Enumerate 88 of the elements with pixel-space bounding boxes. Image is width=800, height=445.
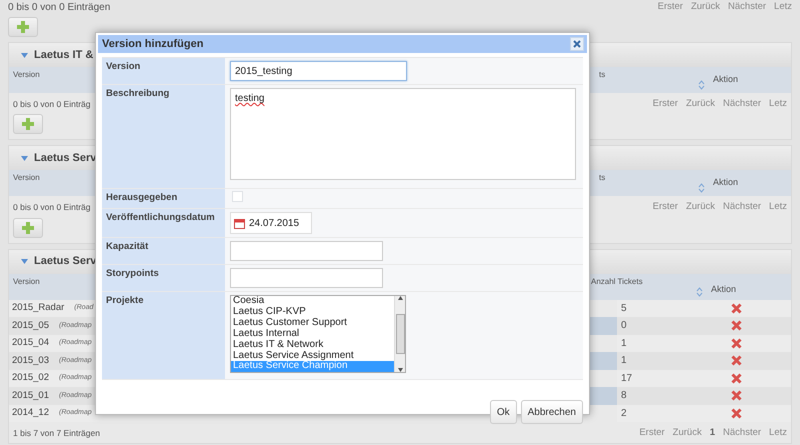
column-header[interactable]: Aktion [713,177,738,188]
pager-link[interactable]: Erster [652,200,678,214]
delete-icon[interactable] [731,390,742,402]
column-header[interactable]: Anzahl Tickets [591,276,643,298]
version-link[interactable]: 2015_02 [12,371,49,386]
add-button[interactable] [8,17,38,37]
pager-link[interactable]: Erster [639,426,665,440]
pager-link[interactable]: Nächster [723,426,762,440]
pager-link[interactable]: Letz [769,200,787,214]
section-title: Laetus Serv [34,151,96,166]
column-header[interactable]: Version [13,276,40,298]
column-header[interactable]: Aktion [713,74,738,84]
input-field[interactable] [230,268,383,288]
close-icon [573,40,581,48]
section-title: Laetus Serv [34,254,96,270]
pager-link[interactable]: Letz [769,426,787,440]
list-option[interactable]: Laetus Customer Support [231,318,394,329]
ticket-count: 5 [621,302,627,316]
version-link[interactable]: 2015_03 [12,354,49,368]
info-text: 0 bis 0 von 0 Einträgen [8,1,110,15]
dialog-title: Version hinzufügen [102,36,204,52]
delete-icon[interactable] [731,338,742,349]
field-label: Herausgegeben [106,192,178,203]
ticket-count: 8 [621,389,627,404]
delete-icon[interactable] [731,320,742,332]
ticket-count: 1 [621,336,627,351]
sort-icon[interactable] [696,286,703,296]
field-label: Version [106,61,140,72]
pager-link[interactable]: Letz [769,97,787,112]
pager-link[interactable]: Erster [652,97,678,112]
column-header[interactable]: Version [13,173,40,182]
info-text: 1 bis 7 von 7 Einträgen [13,426,100,440]
ticket-count: 0 [621,319,627,334]
add-button[interactable] [13,218,43,238]
close-button[interactable] [570,37,584,51]
field-label: Projekte [106,295,144,306]
pager-link[interactable]: Zurück [686,97,716,112]
list-option[interactable]: Laetus Service Assignment [231,350,394,362]
ticket-count: 2 [621,406,627,421]
pager-link[interactable]: Zurück [672,426,702,440]
ticket-count: 17 [621,372,632,386]
delete-icon[interactable] [731,302,742,314]
version-link[interactable]: 2015_01 [12,388,49,403]
section-title: Laetus IT & [34,48,94,63]
pager-link[interactable]: Zurück [686,200,716,214]
column-header[interactable]: Version [13,70,40,79]
ticket-count: 1 [621,354,627,368]
list-option[interactable]: Laetus Service Champion [231,361,394,372]
version-link[interactable]: 2015_05 [12,318,49,333]
field-label: Kapazität [106,241,148,252]
input-field[interactable] [230,241,383,261]
column-header[interactable]: ts [599,69,606,91]
scrollbar-thumb[interactable] [396,314,404,354]
info-text: 0 bis 0 von 0 Einträg [13,98,90,110]
delete-icon[interactable] [731,355,742,366]
sort-icon[interactable] [698,80,705,90]
plus-icon [22,222,34,234]
checkbox[interactable] [232,191,243,202]
version-link[interactable]: 2015_04 [12,336,49,350]
text-area[interactable]: testing [230,88,576,180]
dialog-button[interactable]: Abbrechen [520,400,583,424]
add-button[interactable] [13,114,43,134]
list-option[interactable]: Coesia [231,296,394,307]
field-label: Storypoints [106,268,159,279]
delete-icon[interactable] [731,372,742,384]
field-label: Beschreibung [106,88,170,99]
project-listbox[interactable]: Coesia Laetus CIP-KVP Laetus Customer Support Laetus Internal Laetus IT & Network Laetus Service Assignment Laetus Service Champion [230,295,406,373]
list-option[interactable]: Laetus CIP-KVP [231,306,394,318]
list-option[interactable]: Laetus IT & Network [231,340,394,351]
input-field[interactable]: 2015_testing [230,61,407,81]
version-link[interactable]: 2015_Radar [12,301,64,316]
plus-icon [17,21,29,33]
pager-link[interactable]: Nächster [723,200,762,214]
delete-icon[interactable] [731,408,742,419]
version-link[interactable]: 2014_12 [12,406,49,420]
column-header[interactable]: Aktion [711,284,736,294]
plus-icon [22,118,34,130]
pager-link[interactable]: Nächster [723,97,762,112]
scrollbar[interactable] [394,296,405,372]
sort-icon[interactable] [698,183,705,194]
pager-link[interactable]: 1 [710,426,716,440]
date-field[interactable]: 24.07.2015 [230,212,312,234]
field-label: Veröffentlichungsdatum [106,212,215,223]
info-text: 0 bis 0 von 0 Einträg [13,201,90,214]
list-option[interactable]: Laetus Internal [231,328,394,340]
dialog-button[interactable]: Ok [490,400,517,424]
calendar-icon[interactable] [234,218,245,228]
column-header[interactable]: ts [599,172,606,194]
